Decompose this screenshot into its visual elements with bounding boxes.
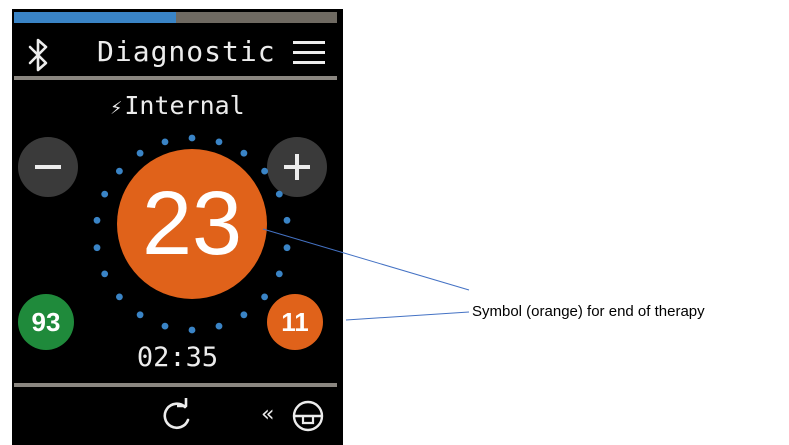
- callout-line-badge: [345, 311, 470, 321]
- annotation-text: Symbol (orange) for end of therapy: [472, 303, 705, 320]
- callout-line-main: [262, 228, 470, 291]
- callout-lines: [262, 228, 470, 321]
